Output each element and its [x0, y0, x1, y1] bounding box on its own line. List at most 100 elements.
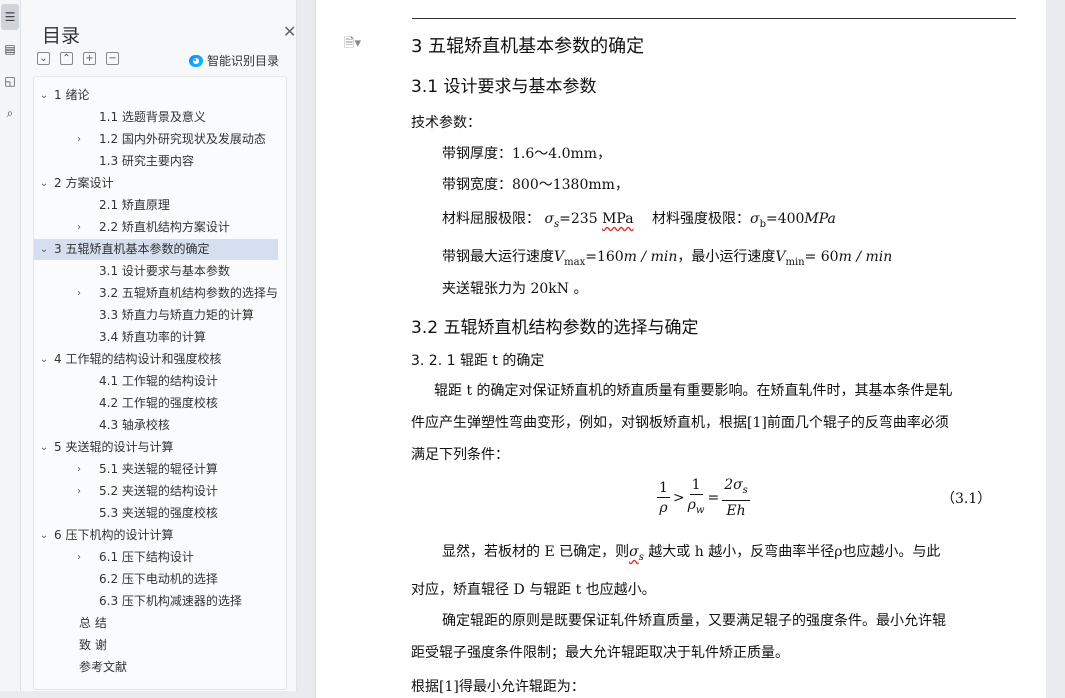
chevron-right-icon[interactable]: › [73, 283, 85, 304]
s-subscript: s [742, 484, 748, 496]
speed-line: 带钢最大运行速度Vmax=160m / min，最小运行速度Vmin= 60m … [442, 246, 892, 268]
fraction-2: 1 ρw [688, 476, 705, 521]
toc-item[interactable]: › 6.1 压下结构设计 [34, 547, 278, 568]
fraction-3: 2σs Eh [722, 476, 750, 521]
toc-item[interactable]: 2.1 矫直原理 [34, 195, 278, 216]
chapter-heading: 3 五辊矫直机基本参数的确定 [411, 36, 645, 57]
toc-list-icon[interactable]: ☰ [1, 4, 19, 30]
find-icon[interactable]: ⌕ [1, 100, 19, 126]
yield-label: 材料屈服极限： [442, 211, 540, 227]
strength-value: =400 [765, 211, 805, 227]
document-page[interactable]: 🗎▾ 3 五辊矫直机基本参数的确定 3.1 设计要求与基本参数 技术参数： 带钢… [315, 0, 1046, 698]
toc-item[interactable]: ⌄ 2 方案设计 [34, 173, 278, 194]
vmax-symbol: V [554, 249, 565, 265]
limits-line: 材料屈服极限： σs=235 MPa 材料强度极限：σb=400MPa [442, 208, 836, 230]
toc-item-label: 2 方案设计 [54, 176, 114, 190]
width-line: 带钢宽度：800～1380mm， [442, 177, 629, 193]
vmax-subscript: max [564, 256, 586, 268]
toc-item-label: 4.2 工作辊的强度校核 [99, 396, 218, 410]
toc-item-label: 1 绪论 [54, 88, 90, 102]
toc-item[interactable]: 3.3 矫直力与矫直力矩的计算 [34, 305, 278, 326]
paragraph-line-5: 对应，矫直辊径 D 与辊距 t 也应越小。 [411, 582, 656, 598]
thickness-line: 带钢厚度：1.6～4.0mm， [442, 146, 612, 162]
doc-outline-icon[interactable]: 🗎▾ [344, 34, 361, 56]
tension-line: 夹送辊张力为 20kN 。 [442, 281, 588, 297]
page-icon[interactable]: ▤ [1, 36, 19, 62]
paragraph-line-8: 根据[1]得最小允许辊距为： [411, 679, 585, 695]
toc-item[interactable]: ⌄ 3 五辊矫直机基本参数的确定 [34, 239, 278, 260]
chevron-right-icon[interactable]: › [73, 129, 85, 150]
toc-item-label: 4.1 工作辊的结构设计 [99, 374, 218, 388]
section-heading-3-2: 3.2 五辊矫直机结构参数的选择与确定 [411, 318, 699, 338]
rho-symbol: ρ [687, 497, 696, 513]
toc-item[interactable]: › 2.2 矫直机结构方案设计 [34, 217, 278, 238]
gt-sign: > [672, 490, 685, 507]
paragraph-line-6: 确定辊距的原则是既要保证轧件矫直质量，又要满足辊子的强度条件。最小允许辊 [442, 613, 946, 629]
toc-item[interactable]: 1.3 研究主要内容 [34, 151, 278, 172]
chevron-right-icon[interactable]: › [73, 481, 85, 502]
toc-item-label: 致 谢 [79, 638, 107, 652]
smart-recognize-label: 智能识别目录 [207, 54, 280, 68]
chevron-down-icon[interactable]: ⌄ [38, 349, 50, 370]
toc-item-label: 5.3 夹送辊的强度校核 [99, 506, 218, 520]
vmin-label: ，最小运行速度 [677, 249, 776, 265]
fraction-3-num: 2σs [722, 476, 750, 501]
toc-item[interactable]: 4.2 工作辊的强度校核 [34, 393, 278, 414]
toc-item-label: 6.2 压下电动机的选择 [99, 572, 218, 586]
toc-item[interactable]: ⌄ 1 绪论 [34, 85, 278, 106]
toc-item[interactable]: 3.1 设计要求与基本参数 [34, 261, 278, 282]
toc-item[interactable]: › 5.1 夹送辊的辊径计算 [34, 459, 278, 480]
toc-item[interactable]: 3.4 矫直功率的计算 [34, 327, 278, 348]
paragraph-line-2: 件应产生弹塑性弯曲变形，例如，对钢板矫直机，根据[1]前面几个辊子的反弯曲率必须 [411, 415, 949, 431]
toc-item-label: 6.1 压下结构设计 [99, 550, 194, 564]
chevron-right-icon[interactable]: › [73, 459, 85, 480]
toc-item[interactable]: 4.1 工作辊的结构设计 [34, 371, 278, 392]
toc-item[interactable]: ⌄ 4 工作辊的结构设计和强度校核 [34, 349, 278, 370]
chevron-down-icon[interactable]: ⌄ [38, 239, 50, 260]
toc-item[interactable]: 6.2 压下电动机的选择 [34, 569, 278, 590]
chevron-down-icon[interactable]: ⌄ [38, 173, 50, 194]
fraction-3-den: Eh [726, 502, 746, 519]
close-icon[interactable]: ✕ [283, 22, 296, 41]
toc-item[interactable]: 参考文献 [34, 657, 278, 678]
toc-item-label: 5.1 夹送辊的辊径计算 [99, 462, 218, 476]
vmin-subscript: min [785, 256, 805, 268]
toc-item[interactable]: 1.1 选题背景及意义 [34, 107, 278, 128]
strength-unit: MPa [804, 211, 836, 227]
toc-item[interactable]: › 1.2 国内外研究现状及发展动态 [34, 129, 278, 150]
chevron-down-icon[interactable]: ⌄ [38, 437, 50, 458]
toc-item[interactable]: 5.3 夹送辊的强度校核 [34, 503, 278, 524]
toc-item[interactable]: ⌄ 5 夹送辊的设计与计算 [34, 437, 278, 458]
toc-item-label: 1.2 国内外研究现状及发展动态 [99, 132, 266, 146]
toc-title: 目录 [42, 25, 81, 47]
two-sigma: 2σ [724, 477, 743, 493]
equation-3-1: 1 ρ > 1 ρw = 2σs Eh [654, 476, 753, 521]
toc-item-label: 总 结 [79, 616, 107, 630]
chevron-down-icon[interactable]: ⌄ [38, 525, 50, 546]
toc-item[interactable]: 4.3 轴承校核 [34, 415, 278, 436]
toc-item-label: 4.3 轴承校核 [99, 418, 170, 432]
toc-item[interactable]: 6.3 压下机构减速器的选择 [34, 591, 278, 612]
toc-item-label: 6.3 压下机构减速器的选择 [99, 594, 242, 608]
remove-icon[interactable]: − [106, 52, 119, 65]
bookmark-icon[interactable]: ◱ [1, 68, 19, 94]
expand-up-icon[interactable]: ⌃ [60, 52, 73, 65]
strength-label: 材料强度极限： [652, 211, 750, 227]
fraction-2-num: 1 [689, 477, 703, 495]
add-icon[interactable]: + [83, 52, 96, 65]
toc-item[interactable]: 总 结 [34, 613, 278, 634]
chevron-right-icon[interactable]: › [73, 547, 85, 568]
toc-item-label: 3.3 矫直力与矫直力矩的计算 [99, 308, 254, 322]
collapse-all-icon[interactable]: ⌄ [37, 52, 50, 65]
chevron-down-icon[interactable]: ⌄ [38, 85, 50, 106]
smart-recognize-button[interactable]: ◕ 智能识别目录 [189, 52, 279, 69]
equation-number: （3.1） [941, 491, 992, 507]
toc-item-label: 1.3 研究主要内容 [99, 154, 194, 168]
toc-item[interactable]: › 5.2 夹送辊的结构设计 [34, 481, 278, 502]
toc-item[interactable]: › 3.2 五辊矫直机结构参数的选择与… [34, 283, 278, 304]
tech-params-label: 技术参数： [411, 115, 481, 131]
toc-item[interactable]: ⌄ 6 压下机构的设计计算 [34, 525, 278, 546]
chevron-right-icon[interactable]: › [73, 217, 85, 238]
toc-item[interactable]: 致 谢 [34, 635, 278, 656]
vmin-value: = 60 [804, 249, 839, 265]
